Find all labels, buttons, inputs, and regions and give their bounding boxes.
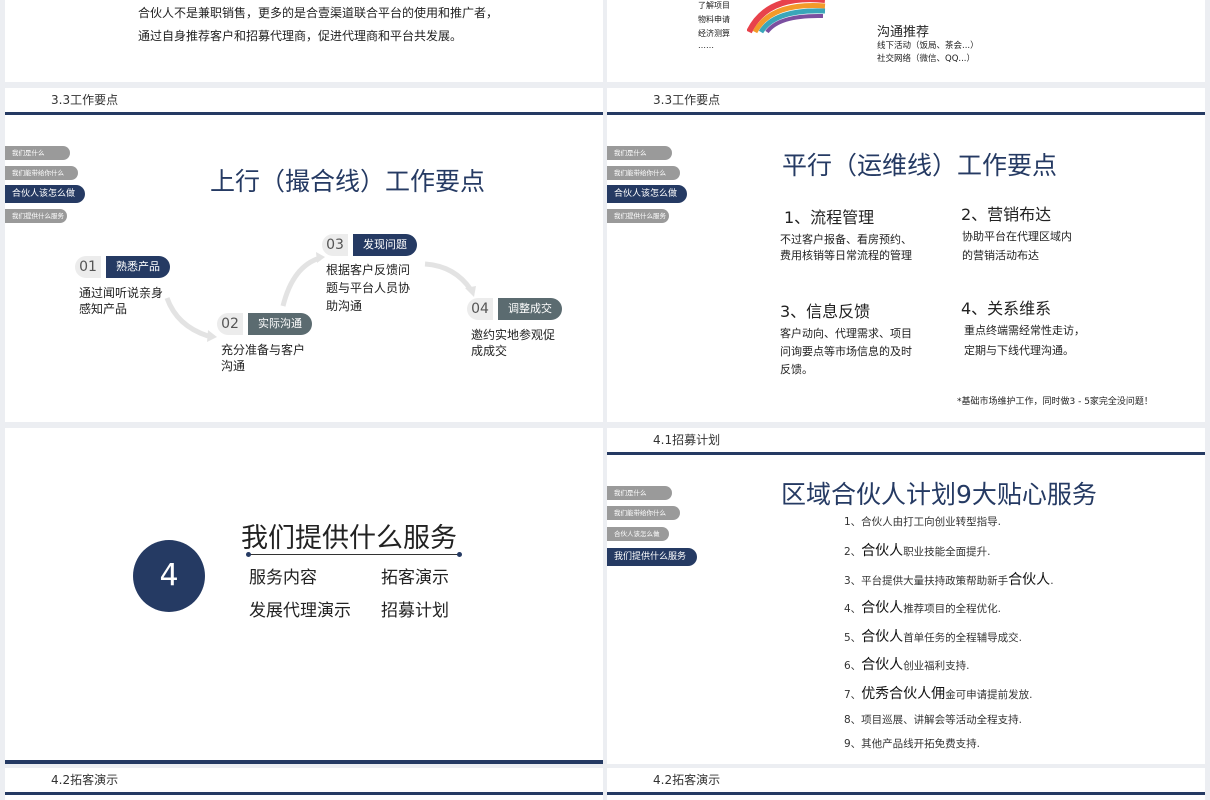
step-label: 实际沟通 [248,313,312,335]
step-desc: 根据客户反馈问 [326,263,411,277]
step-number: 04 [467,298,493,320]
underline-dot-left [246,552,251,557]
service-line: 3、平台提供大量扶持政策帮助新手合伙人. [844,572,1054,588]
step-desc: 通过闻听说亲身 [79,286,164,300]
work-item-heading: 3、信息反馈 [780,302,871,321]
service-line: 1、合伙人由打工向创业转型指导. [844,516,1002,528]
step-number: 02 [217,313,243,335]
slide-section-4[interactable]: 4 我们提供什么服务 服务内容 拓客演示 发展代理演示 招募计划 [5,428,603,764]
work-item-desc: 问询要点等市场信息的及时 [780,345,912,358]
nav-item-what-we-are[interactable]: 我们是什么 [607,146,672,160]
nav-item-what-we-bring[interactable]: 我们能带给你什么 [607,166,680,180]
slide-parallel-work-points[interactable]: 3.3工作要点 我们是什么 我们能带给你什么 合伙人该怎么做 我们提供什么服务 … [607,88,1205,422]
section-header: 3.3工作要点 [607,88,1205,115]
left-list-item: 了解项目 [698,1,730,10]
left-list-item: …… [698,41,714,50]
service-menu-item[interactable]: 发展代理演示 [249,596,351,621]
service-menu-item[interactable]: 拓客演示 [381,563,449,588]
nav-item-how-partner-works[interactable]: 合伙人该怎么做 [607,185,687,203]
rainbow-graphic [747,0,826,34]
section-header: 4.1招募计划 [607,428,1205,455]
work-item-desc: 费用核销等日常流程的管理 [780,249,912,262]
slide-upline-work-points[interactable]: 3.3工作要点 我们是什么 我们能带给你什么 合伙人该怎么做 我们提供什么服务 … [5,88,603,422]
nav-item-what-services[interactable]: 我们提供什么服务 [607,548,697,566]
service-line: 5、合伙人首单任务的全程辅导成交. [844,629,1023,645]
nav-item-what-we-bring[interactable]: 我们能带给你什么 [607,506,680,520]
work-item-desc: 不过客户报备、看房预约、 [780,233,912,246]
service-line: 2、合伙人职业技能全面提升. [844,543,991,559]
step-desc: 感知产品 [79,302,128,316]
section-title: 4.2拓客演示 [653,773,721,787]
step-label: 调整成交 [498,298,562,320]
footnote: *基础市场维护工作，同时做3 - 5家完全没问题！ [957,397,1153,407]
work-item-heading: 1、流程管理 [784,208,875,227]
slide-bottom-left-partial[interactable]: 4.2拓客演示 [5,768,603,800]
work-item-desc: 反馈。 [780,363,813,376]
slide-title: 平行（运维线）工作要点 [782,151,1058,180]
intro-text-line-1: 合伙人不是兼职销售，更多的是合壹渠道联合平台的使用和推广者， [138,6,499,20]
bottom-bar [5,760,603,764]
section-title: 4.1招募计划 [653,433,721,447]
work-item-heading: 2、营销布达 [961,205,1052,224]
step-desc: 沟通 [221,359,246,373]
step-desc: 助沟通 [326,299,363,313]
service-line: 7、优秀合伙人佣金可申请提前发放. [844,686,1033,702]
title-underline [249,554,461,555]
slide-title: 区域合伙人计划9大贴心服务 [781,480,1097,509]
left-list-item: 经济测算 [698,29,730,38]
work-item-desc: 定期与下线代理沟通。 [964,344,1074,357]
step-desc: 题与平台人员协 [326,281,411,295]
left-list-item: 物料申请 [698,15,730,24]
recommend-heading: 沟通推荐 [877,25,930,40]
work-item-desc: 协助平台在代理区域内 [962,230,1072,243]
flow-arrows [164,252,476,342]
slide-top-left[interactable]: 合伙人不是兼职销售，更多的是合壹渠道联合平台的使用和推广者， 通过自身推荐客户和… [5,0,603,82]
work-item-desc: 客户动向、代理需求、项目 [780,327,912,340]
recommend-line-1: 线下活动（饭局、茶会...） [877,41,979,51]
work-item-heading: 4、关系维系 [961,299,1052,318]
service-line: 9、其他产品线开拓免费支持. [844,738,981,750]
slide-bottom-right-partial[interactable]: 4.2拓客演示 [607,768,1205,800]
section-title: 3.3工作要点 [653,93,721,107]
service-line: 8、项目巡展、讲解会等活动全程支持. [844,714,1023,726]
underline-dot-right [457,552,462,557]
nav-item-what-we-are[interactable]: 我们是什么 [607,486,672,500]
section-header: 4.2拓客演示 [607,768,1205,795]
service-line: 4、合伙人推荐项目的全程优化. [844,600,1002,616]
service-line: 6、合伙人创业福利支持. [844,657,970,673]
section-title: 我们提供什么服务 [241,523,457,554]
section-number: 4 [159,558,179,593]
intro-text-line-2: 通过自身推荐客户和招募代理商，促进代理商和平台共发展。 [138,29,463,43]
service-menu-item[interactable]: 服务内容 [249,563,317,588]
work-item-desc: 重点终端需经常性走访， [964,324,1085,337]
step-number: 03 [322,234,348,256]
work-item-desc: 的营销活动布达 [962,249,1039,262]
section-title: 4.2拓客演示 [51,773,119,787]
step-number: 01 [75,256,101,278]
service-menu-item[interactable]: 招募计划 [381,596,449,621]
step-label: 熟悉产品 [106,256,170,278]
recommend-line-2: 社交网络（微信、QQ...） [877,54,975,64]
step-label: 发现问题 [353,234,417,256]
section-header: 4.2拓客演示 [5,768,603,795]
step-desc: 邀约实地参观促 [471,328,556,342]
step-desc: 成成交 [471,344,508,358]
nav-item-how-partner-works[interactable]: 合伙人该怎么做 [607,527,669,541]
section-number-circle: 4 [133,540,205,612]
step-desc: 充分准备与客户 [221,343,306,357]
nav-item-what-services[interactable]: 我们提供什么服务 [607,209,669,223]
slide-recruitment-plan[interactable]: 4.1招募计划 我们是什么 我们能带给你什么 合伙人该怎么做 我们提供什么服务 … [607,428,1205,764]
slide-top-right[interactable]: 了解项目 物料申请 经济测算 …… 沟通推荐 线下活动（饭局、茶会...） 社交… [607,0,1205,82]
